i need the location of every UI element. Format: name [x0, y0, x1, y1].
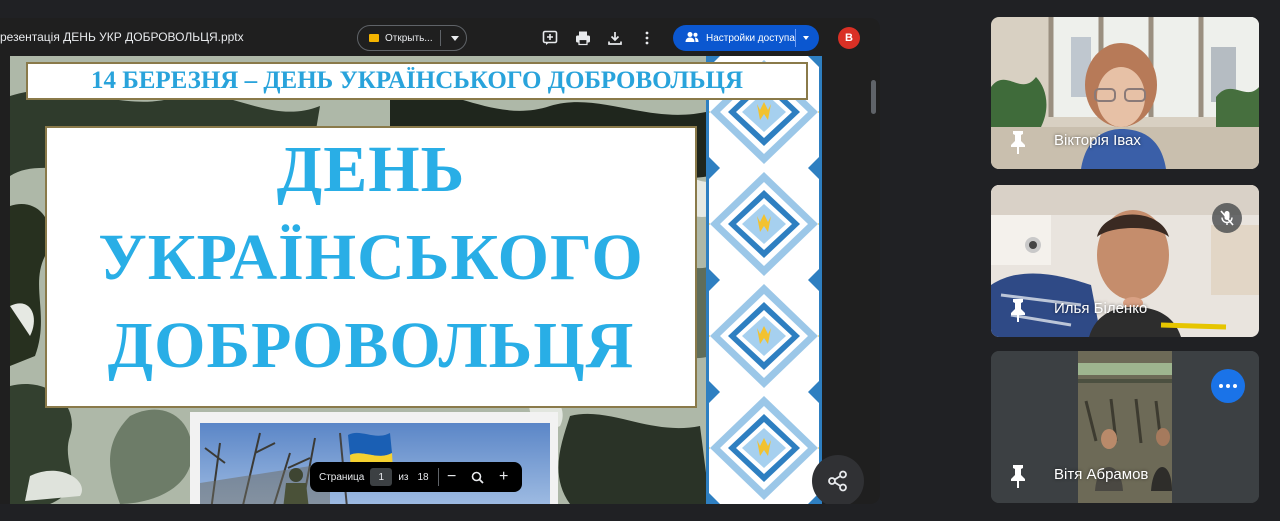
mic-off-icon — [1220, 210, 1234, 226]
viewer-toolbar: резентація ДЕНЬ УКР ДОБРОВОЛЬЦЯ.pptx Отк… — [0, 18, 880, 58]
zoom-icon[interactable] — [465, 465, 491, 489]
presentation-slide: 14 БЕРЕЗНЯ – ДЕНЬ УКРАЇНСЬКОГО ДОБРОВОЛЬ… — [10, 56, 822, 504]
meeting-stage: резентація ДЕНЬ УКР ДОБРОВОЛЬЦЯ.pptx Отк… — [0, 0, 1280, 521]
page-of-label: из — [398, 471, 409, 483]
chevron-down-icon[interactable] — [451, 36, 459, 41]
slide-title-line-1: ДЕНЬ — [276, 133, 466, 206]
zoom-in-button[interactable]: + — [491, 465, 517, 489]
slide-title-box: ДЕНЬ УКРАЇНСЬКОГО ДОБРОВОЛЬЦЯ — [45, 126, 697, 408]
participant-tile[interactable]: Вікторія Івах — [991, 17, 1259, 169]
participant-tile[interactable]: Вітя Абрамов — [991, 351, 1259, 503]
page-number-input[interactable]: 1 — [370, 468, 393, 486]
participant-name: Илья Біленко — [1054, 300, 1148, 317]
viewer-scrollbar[interactable] — [871, 80, 876, 114]
pin-icon[interactable] — [1007, 297, 1029, 323]
download-icon[interactable] — [606, 29, 624, 47]
open-with-button[interactable]: Открыть... — [357, 25, 467, 51]
open-with-label: Открыть... — [385, 32, 433, 44]
slide-title-line-3: ДОБРОВОЛЬЦЯ — [107, 309, 635, 382]
user-avatar[interactable]: B — [838, 27, 860, 49]
slides-app-icon — [369, 34, 379, 42]
page-total: 18 — [417, 471, 429, 483]
share-button[interactable] — [812, 455, 864, 504]
access-settings-button[interactable]: Настройки доступа — [673, 25, 819, 51]
slide-title-line-2: УКРАЇНСЬКОГО — [98, 221, 644, 294]
chevron-down-icon[interactable] — [803, 36, 809, 40]
page-label: Страница — [319, 471, 365, 483]
pin-icon[interactable] — [1007, 463, 1029, 489]
more-vert-icon[interactable] — [638, 29, 656, 47]
people-icon — [685, 31, 699, 46]
add-comment-icon[interactable] — [541, 29, 559, 47]
participant-tile[interactable]: Илья Біленко — [991, 185, 1259, 337]
share-icon — [828, 470, 847, 492]
presentation-viewer: резентація ДЕНЬ УКР ДОБРОВОЛЬЦЯ.pptx Отк… — [0, 18, 880, 504]
file-name: резентація ДЕНЬ УКР ДОБРОВОЛЬЦЯ.pptx — [0, 30, 244, 44]
more-options-button[interactable] — [1211, 369, 1245, 403]
zoom-out-button[interactable]: − — [439, 465, 465, 489]
mic-off-badge — [1212, 203, 1242, 233]
page-navigation-bar: Страница 1 из 18 − + — [310, 462, 522, 492]
participant-name: Вікторія Івах — [1054, 132, 1141, 149]
access-settings-label: Настройки доступа — [706, 32, 795, 44]
print-icon[interactable] — [574, 29, 592, 47]
ukrainian-ornament — [706, 56, 822, 504]
pin-icon[interactable] — [1007, 129, 1029, 155]
slide-banner: 14 БЕРЕЗНЯ – ДЕНЬ УКРАЇНСЬКОГО ДОБРОВОЛЬ… — [26, 62, 808, 100]
participant-name: Вітя Абрамов — [1054, 466, 1149, 483]
